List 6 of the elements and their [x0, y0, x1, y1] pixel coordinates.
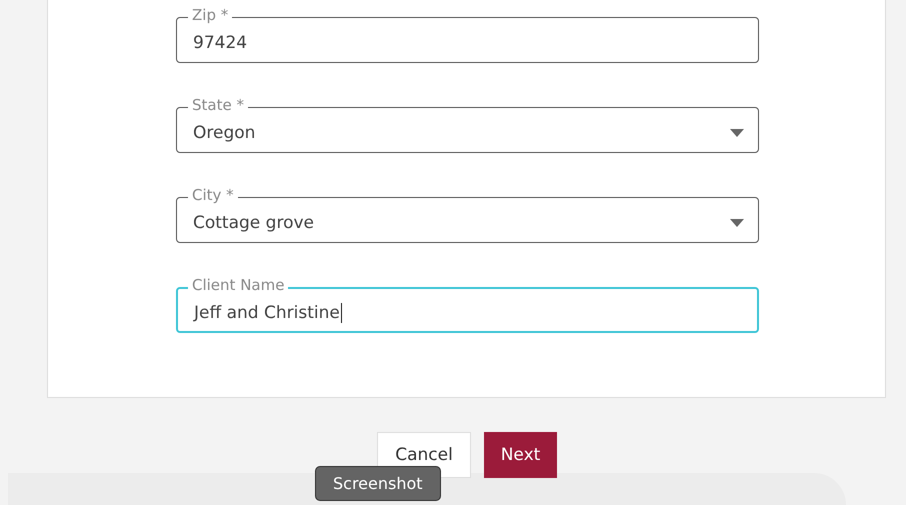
dropdown-arrow-icon[interactable]: [730, 219, 744, 227]
field-label: Zip *: [188, 6, 232, 24]
field-label: City *: [188, 186, 238, 204]
primary-button[interactable]: Next: [484, 432, 557, 478]
tooltip: Screenshot: [315, 466, 441, 501]
dropdown-arrow-icon[interactable]: [730, 129, 744, 137]
